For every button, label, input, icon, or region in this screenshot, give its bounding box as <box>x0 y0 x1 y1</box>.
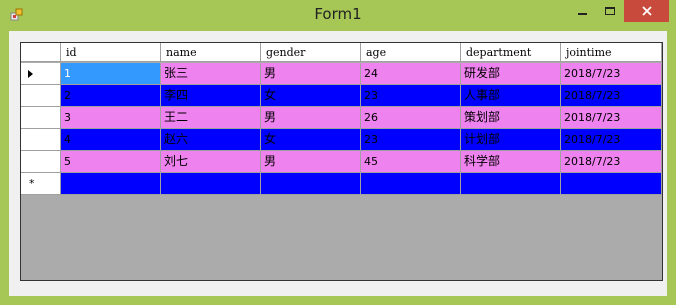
row-pointer-icon <box>28 70 33 78</box>
new-row-marker: * <box>29 177 35 190</box>
new-cell-age[interactable] <box>361 173 461 195</box>
row-header[interactable]: * <box>21 173 61 195</box>
column-header-gender[interactable]: gender <box>261 43 361 62</box>
table-cell-age[interactable]: 23 <box>361 85 461 107</box>
close-button[interactable] <box>624 0 669 22</box>
table-cell-name[interactable]: 张三 <box>161 63 261 85</box>
row-header[interactable] <box>21 107 61 129</box>
table-cell-name[interactable]: 李四 <box>161 85 261 107</box>
minimize-icon <box>578 13 587 15</box>
table-cell-age[interactable]: 26 <box>361 107 461 129</box>
new-cell-name[interactable] <box>161 173 261 195</box>
data-grid[interactable]: id name gender age department jointime 1… <box>20 42 663 281</box>
minimize-button[interactable] <box>570 0 596 22</box>
table-cell-jointime[interactable]: 2018/7/23 <box>561 129 662 151</box>
new-cell-id[interactable] <box>61 173 161 195</box>
table-cell-age[interactable]: 45 <box>361 151 461 173</box>
grid-header-row: id name gender age department jointime <box>21 43 662 62</box>
row-header[interactable] <box>21 85 61 107</box>
table-row[interactable]: 4 赵六 女 23 计划部 2018/7/23 <box>21 129 662 151</box>
table-cell-gender[interactable]: 男 <box>261 107 361 129</box>
table-cell-department[interactable]: 策划部 <box>461 107 561 129</box>
form-client-area: id name gender age department jointime 1… <box>9 31 667 296</box>
table-cell-department[interactable]: 人事部 <box>461 85 561 107</box>
table-cell-name[interactable]: 刘七 <box>161 151 261 173</box>
column-header-department[interactable]: department <box>461 43 561 62</box>
table-cell-department[interactable]: 研发部 <box>461 63 561 85</box>
table-row[interactable]: 2 李四 女 23 人事部 2018/7/23 <box>21 85 662 107</box>
maximize-icon <box>605 7 615 15</box>
table-cell-gender[interactable]: 男 <box>261 151 361 173</box>
table-cell-gender[interactable]: 男 <box>261 63 361 85</box>
table-cell-id[interactable]: 2 <box>61 85 161 107</box>
table-row[interactable]: 3 王二 男 26 策划部 2018/7/23 <box>21 107 662 129</box>
table-cell-department[interactable]: 计划部 <box>461 129 561 151</box>
column-header-name[interactable]: name <box>161 43 261 62</box>
table-cell-name[interactable]: 王二 <box>161 107 261 129</box>
new-row[interactable]: * <box>21 173 662 195</box>
table-cell-name[interactable]: 赵六 <box>161 129 261 151</box>
column-header-id[interactable]: id <box>61 43 161 62</box>
table-cell-gender[interactable]: 女 <box>261 129 361 151</box>
table-cell-id[interactable]: 3 <box>61 107 161 129</box>
row-header[interactable] <box>21 129 61 151</box>
column-header-age[interactable]: age <box>361 43 461 62</box>
table-cell-department[interactable]: 科学部 <box>461 151 561 173</box>
close-icon <box>641 6 652 16</box>
row-header[interactable] <box>21 63 61 85</box>
table-cell-jointime[interactable]: 2018/7/23 <box>561 107 662 129</box>
table-cell-jointime[interactable]: 2018/7/23 <box>561 63 662 85</box>
new-cell-jointime[interactable] <box>561 173 662 195</box>
new-cell-gender[interactable] <box>261 173 361 195</box>
table-row[interactable]: 5 刘七 男 45 科学部 2018/7/23 <box>21 151 662 173</box>
table-cell-jointime[interactable]: 2018/7/23 <box>561 85 662 107</box>
table-cell-id[interactable]: 5 <box>61 151 161 173</box>
table-row[interactable]: 1 张三 男 24 研发部 2018/7/23 <box>21 63 662 85</box>
row-header[interactable] <box>21 151 61 173</box>
header-corner[interactable] <box>21 43 61 62</box>
table-cell-id[interactable]: 1 <box>61 63 161 85</box>
table-cell-jointime[interactable]: 2018/7/23 <box>561 151 662 173</box>
main-window: Form1 id name gender age department join… <box>0 0 676 305</box>
table-cell-age[interactable]: 24 <box>361 63 461 85</box>
table-cell-age[interactable]: 23 <box>361 129 461 151</box>
table-cell-gender[interactable]: 女 <box>261 85 361 107</box>
table-cell-id[interactable]: 4 <box>61 129 161 151</box>
column-header-jointime[interactable]: jointime <box>561 43 662 62</box>
new-cell-department[interactable] <box>461 173 561 195</box>
maximize-button[interactable] <box>596 0 624 22</box>
